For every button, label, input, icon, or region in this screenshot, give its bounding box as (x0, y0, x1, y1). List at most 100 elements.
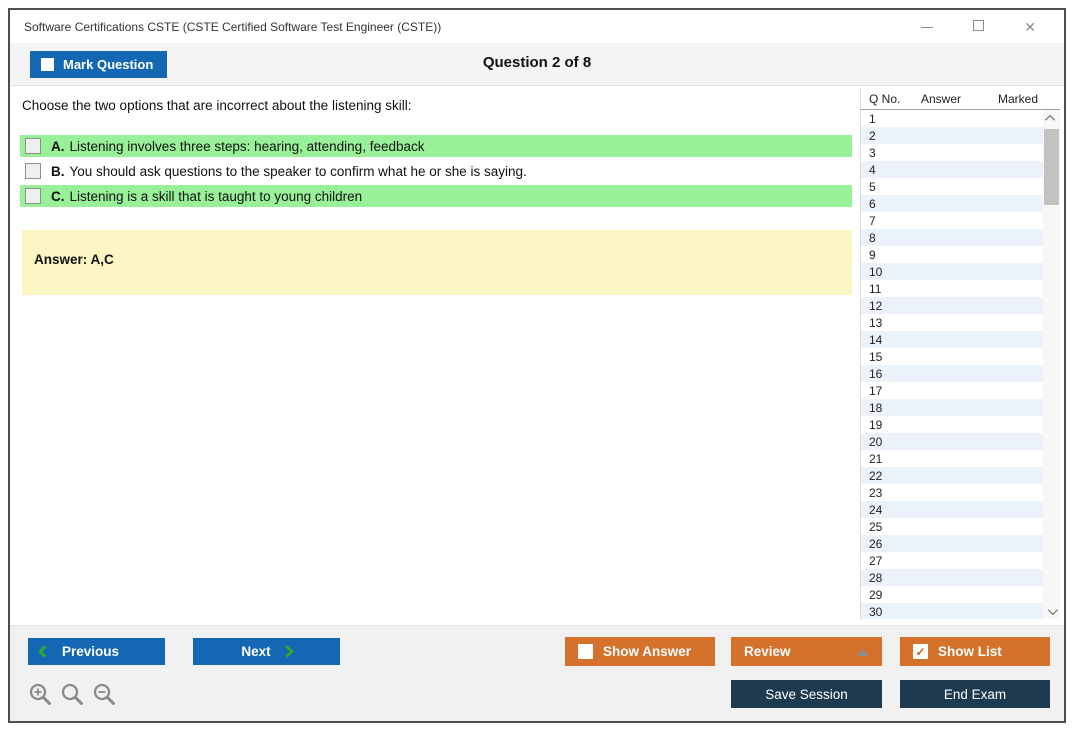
close-button[interactable]: ✕ (1024, 20, 1036, 34)
next-button[interactable]: Next (193, 638, 340, 665)
list-item[interactable]: 16 (861, 365, 1043, 382)
list-item-qno: 26 (861, 537, 882, 551)
column-header-answer: Answer (921, 92, 998, 106)
previous-button[interactable]: Previous (28, 638, 165, 665)
minimize-button[interactable] (921, 20, 933, 33)
option-letter: C. (51, 189, 65, 204)
question-counter: Question 2 of 8 (10, 54, 1064, 71)
footer-bar: Previous Next Show Answer Review ✓ Show … (10, 625, 1064, 721)
list-item-qno: 20 (861, 435, 882, 449)
list-item[interactable]: 20 (861, 433, 1043, 450)
end-exam-label: End Exam (944, 687, 1006, 702)
option-text: You should ask questions to the speaker … (70, 164, 527, 179)
chevron-up-icon (1045, 114, 1055, 124)
option-letter: A. (51, 139, 65, 154)
scroll-up-button[interactable] (1043, 110, 1060, 126)
list-item[interactable]: 25 (861, 518, 1043, 535)
scrollbar-thumb[interactable] (1044, 129, 1059, 205)
options: A. Listening involves three steps: heari… (20, 135, 852, 210)
minimize-icon (921, 27, 933, 28)
chevron-right-icon (281, 645, 294, 658)
app-window: Software Certifications CSTE (CSTE Certi… (8, 8, 1066, 723)
list-item[interactable]: 21 (861, 450, 1043, 467)
list-item-qno: 12 (861, 299, 882, 313)
list-item-qno: 5 (861, 180, 876, 194)
list-item-qno: 17 (861, 384, 882, 398)
list-item[interactable]: 24 (861, 501, 1043, 518)
list-item-qno: 18 (861, 401, 882, 415)
question-list-header: Q No. Answer Marked (861, 88, 1060, 110)
list-item[interactable]: 30 (861, 603, 1043, 619)
list-item-qno: 23 (861, 486, 882, 500)
review-button[interactable]: Review (731, 637, 882, 666)
list-item[interactable]: 8 (861, 229, 1043, 246)
zoom-in-icon[interactable] (28, 682, 53, 707)
list-item[interactable]: 22 (861, 467, 1043, 484)
list-item[interactable]: 1 (861, 110, 1043, 127)
option-checkbox[interactable] (25, 138, 41, 154)
list-item-qno: 11 (861, 282, 881, 296)
list-item[interactable]: 7 (861, 212, 1043, 229)
option-checkbox[interactable] (25, 188, 41, 204)
list-item-qno: 22 (861, 469, 882, 483)
list-item[interactable]: 9 (861, 246, 1043, 263)
save-session-label: Save Session (765, 687, 848, 702)
list-item-qno: 2 (861, 129, 876, 143)
chevron-left-icon (38, 645, 51, 658)
list-item[interactable]: 3 (861, 144, 1043, 161)
zoom-out-icon[interactable] (92, 682, 117, 707)
mark-question-checkbox[interactable] (41, 58, 54, 71)
list-item[interactable]: 18 (861, 399, 1043, 416)
scroll-down-button[interactable] (1043, 603, 1060, 619)
list-item[interactable]: 12 (861, 297, 1043, 314)
list-item[interactable]: 5 (861, 178, 1043, 195)
show-list-button[interactable]: ✓ Show List (900, 637, 1050, 666)
chevron-down-icon (1048, 605, 1058, 615)
show-answer-label: Show Answer (603, 644, 691, 659)
list-item-qno: 3 (861, 146, 876, 160)
list-item[interactable]: 23 (861, 484, 1043, 501)
zoom-tools (28, 682, 117, 707)
show-answer-button[interactable]: Show Answer (565, 637, 715, 666)
list-item[interactable]: 26 (861, 535, 1043, 552)
list-item[interactable]: 2 (861, 127, 1043, 144)
question-list-rows: 1234567891011121314151617181920212223242… (861, 110, 1043, 619)
mark-question-button[interactable]: Mark Question (30, 51, 167, 78)
list-item[interactable]: 19 (861, 416, 1043, 433)
list-item-qno: 4 (861, 163, 876, 177)
list-item-qno: 30 (861, 605, 882, 619)
column-header-marked: Marked (998, 92, 1060, 106)
list-item[interactable]: 29 (861, 586, 1043, 603)
option-checkbox[interactable] (25, 163, 41, 179)
show-list-checkbox[interactable]: ✓ (913, 644, 928, 659)
list-item[interactable]: 27 (861, 552, 1043, 569)
list-item-qno: 21 (861, 452, 882, 466)
list-item[interactable]: 11 (861, 280, 1043, 297)
list-item[interactable]: 15 (861, 348, 1043, 365)
list-item[interactable]: 10 (861, 263, 1043, 280)
maximize-button[interactable] (973, 20, 984, 33)
title-bar: Software Certifications CSTE (CSTE Certi… (10, 10, 1064, 43)
end-exam-button[interactable]: End Exam (900, 680, 1050, 708)
answer-option[interactable]: A. Listening involves three steps: heari… (20, 135, 852, 157)
list-item[interactable]: 14 (861, 331, 1043, 348)
list-item[interactable]: 17 (861, 382, 1043, 399)
list-item-qno: 1 (861, 112, 876, 126)
list-item[interactable]: 6 (861, 195, 1043, 212)
zoom-reset-icon[interactable] (60, 682, 85, 707)
list-item-qno: 9 (861, 248, 876, 262)
list-item[interactable]: 28 (861, 569, 1043, 586)
answer-option[interactable]: C. Listening is a skill that is taught t… (20, 185, 852, 207)
save-session-button[interactable]: Save Session (731, 680, 882, 708)
review-label: Review (744, 644, 791, 659)
list-item-qno: 28 (861, 571, 882, 585)
list-item[interactable]: 13 (861, 314, 1043, 331)
list-item[interactable]: 4 (861, 161, 1043, 178)
show-answer-checkbox[interactable] (578, 644, 593, 659)
list-item-qno: 19 (861, 418, 882, 432)
option-letter: B. (51, 164, 65, 179)
header-band: Mark Question Question 2 of 8 (10, 43, 1064, 86)
main-content: Choose the two options that are incorrec… (10, 86, 1064, 625)
question-list-scrollbar[interactable] (1043, 110, 1060, 619)
answer-option[interactable]: B. You should ask questions to the speak… (20, 160, 852, 182)
